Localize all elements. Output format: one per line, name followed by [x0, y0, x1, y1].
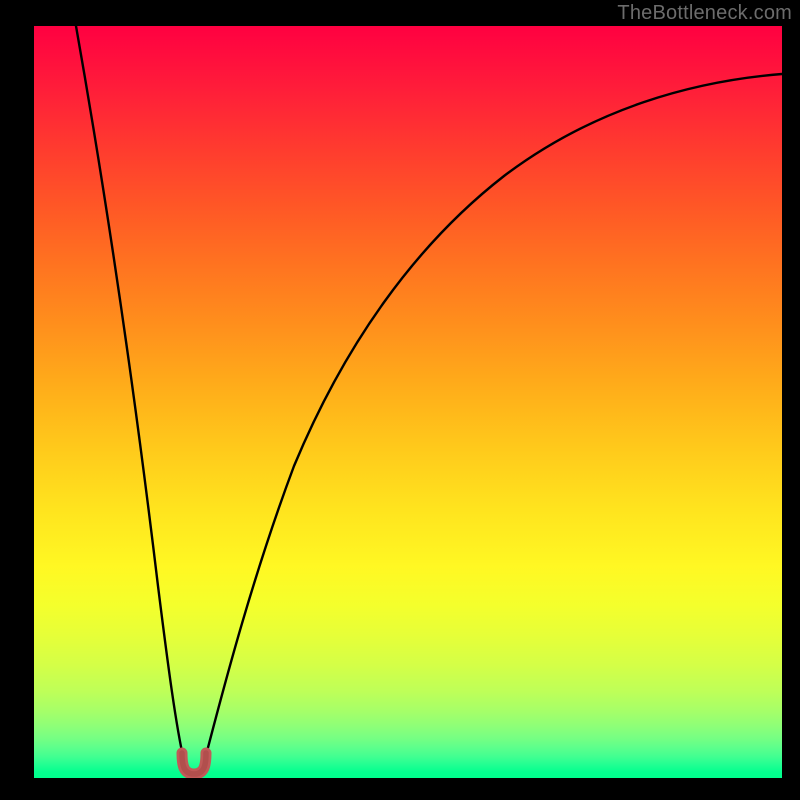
bottleneck-curve-left [76, 26, 194, 773]
bottleneck-curve-svg [34, 26, 782, 778]
chart-frame: TheBottleneck.com [0, 0, 800, 800]
optimum-marker-group [182, 753, 206, 774]
plot-area [34, 26, 782, 778]
bottleneck-curve-right [194, 74, 782, 773]
watermark-text: TheBottleneck.com [617, 2, 792, 25]
